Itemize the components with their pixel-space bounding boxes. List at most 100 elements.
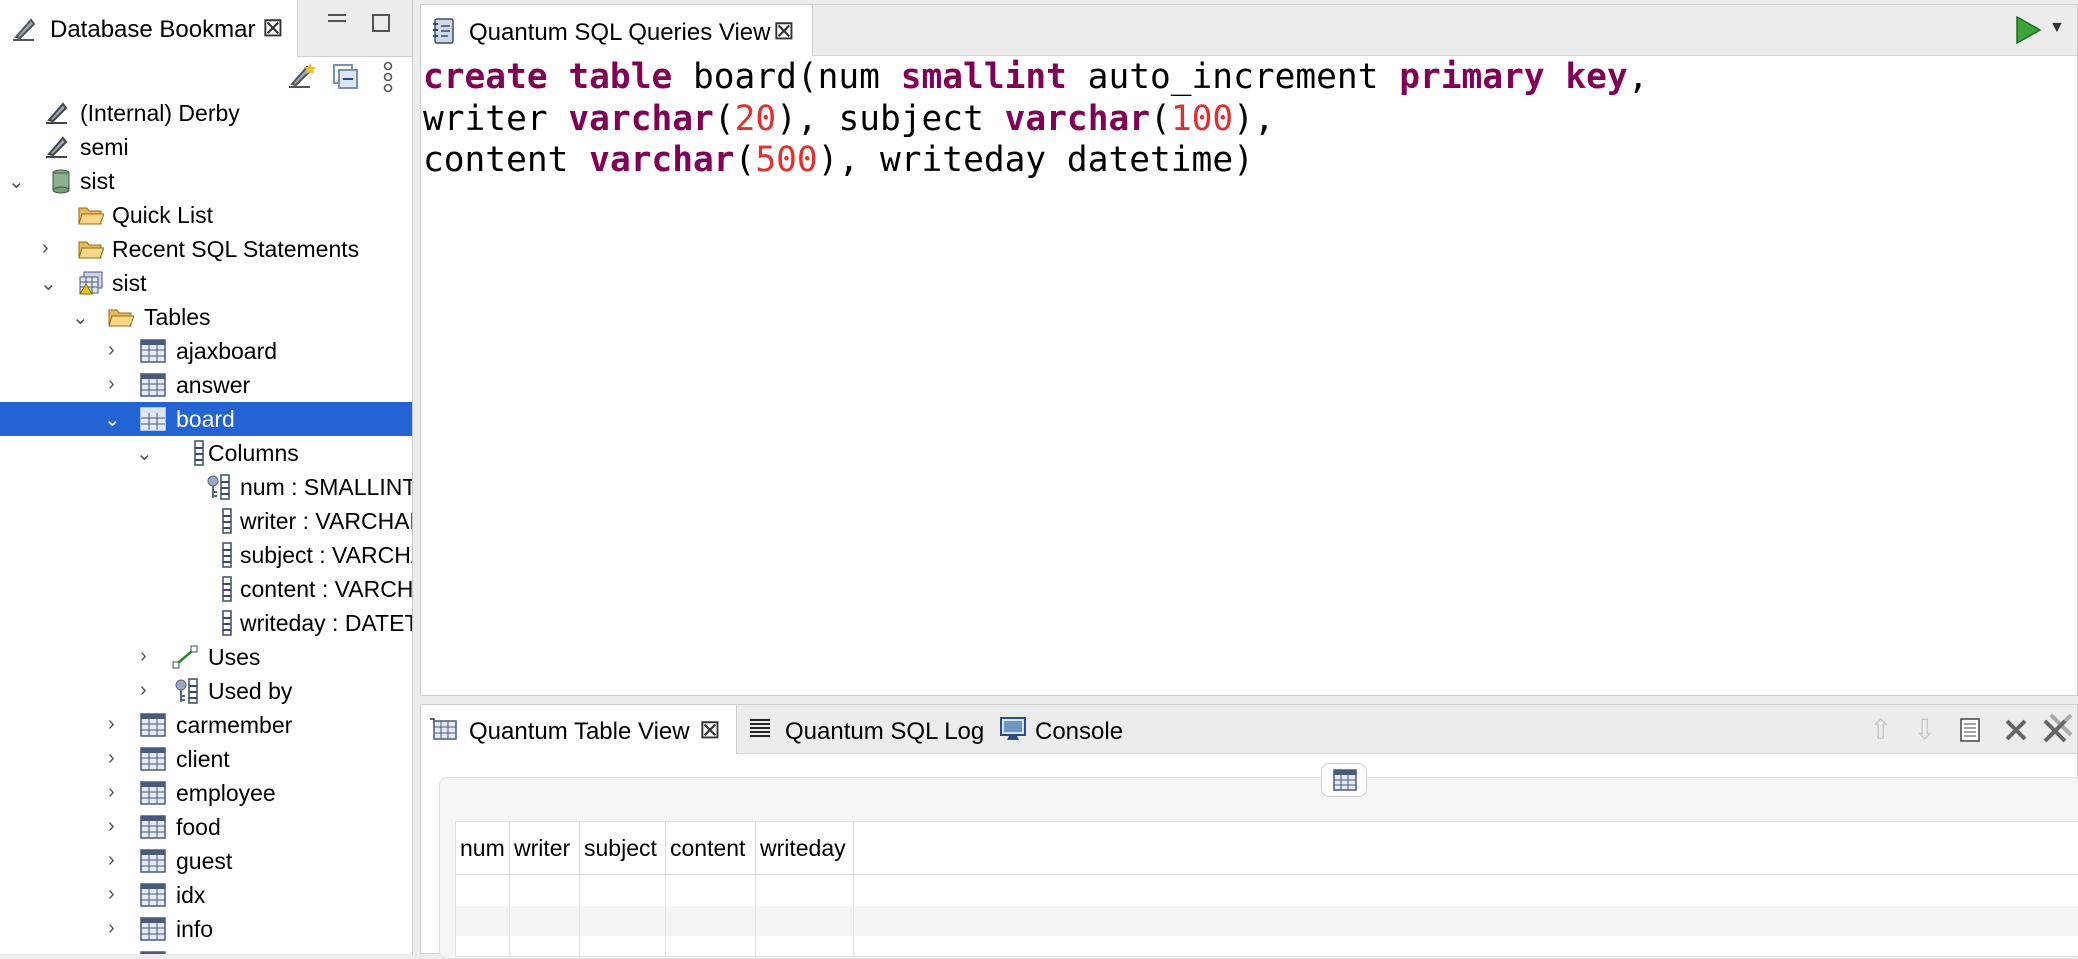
tree-item-ajaxboard[interactable]: › ajaxboard bbox=[0, 334, 412, 368]
document-icon[interactable] bbox=[1959, 717, 1981, 743]
chevron-right-icon[interactable]: › bbox=[108, 815, 115, 838]
tab-database-bookmarks[interactable]: Database Bookmar ⊠ bbox=[0, 0, 298, 57]
chevron-down-icon[interactable]: ⌄ bbox=[104, 407, 121, 432]
arrow-up-icon[interactable]: ⇧ bbox=[1869, 713, 1892, 746]
tab-quantum-sql-log[interactable]: Quantum SQL Log bbox=[747, 705, 993, 753]
database-bookmarks-panel: Database Bookmar ⊠ (Internal) Derby semi… bbox=[0, 0, 413, 954]
tree-item-semi[interactable]: semi bbox=[0, 130, 412, 164]
tree-item-sist-schema[interactable]: ⌄ sist bbox=[0, 266, 412, 300]
chevron-right-icon[interactable]: › bbox=[108, 917, 115, 940]
tree-item-guest[interactable]: › guest bbox=[0, 844, 412, 878]
tree-item-internal-derby[interactable]: (Internal) Derby bbox=[0, 96, 412, 130]
sql-code-text[interactable]: create table board(num smallint auto_inc… bbox=[423, 57, 1649, 182]
view-menu-icon[interactable] bbox=[382, 61, 394, 93]
run-dropdown-icon[interactable]: ▼ bbox=[2049, 19, 2065, 37]
tab-label: Database Bookmar bbox=[50, 16, 256, 43]
tree-label: food bbox=[176, 814, 221, 840]
tree-label: board bbox=[176, 406, 235, 432]
tree-item-board[interactable]: ⌄ board bbox=[0, 402, 412, 436]
close-icon[interactable]: ⊠ bbox=[773, 15, 795, 46]
tree-label: writer : VARCHAR bbox=[240, 508, 413, 534]
chevron-down-icon[interactable]: ⌄ bbox=[72, 305, 89, 330]
results-table[interactable]: num writer subject content writeday bbox=[455, 821, 2078, 957]
sql-text: content bbox=[423, 140, 590, 180]
tab-quantum-sql-queries[interactable]: Quantum SQL Queries View ⊠ bbox=[421, 5, 813, 56]
header-divider bbox=[456, 874, 2078, 875]
column-header-num[interactable]: num bbox=[456, 822, 510, 874]
tree-label: Quick List bbox=[112, 202, 213, 228]
chevron-right-icon[interactable]: › bbox=[108, 339, 115, 362]
sql-text: ( bbox=[713, 98, 735, 139]
run-sql-icon[interactable] bbox=[2013, 15, 2043, 45]
chevron-right-icon[interactable]: › bbox=[108, 747, 115, 770]
table-icon bbox=[140, 781, 166, 805]
chevron-down-icon[interactable]: ⌄ bbox=[8, 169, 25, 194]
chevron-down-icon[interactable]: ⌄ bbox=[136, 441, 153, 466]
sql-editor-area: Quantum SQL Queries View ⊠ ▼ create tabl… bbox=[420, 4, 2078, 696]
tree-label: writeday : DATETIME bbox=[240, 610, 412, 636]
tree-item-column-subject[interactable]: subject : VARCHAR bbox=[0, 538, 412, 572]
table-icon bbox=[140, 747, 166, 771]
chevron-right-icon[interactable]: › bbox=[108, 849, 115, 872]
used-by-icon bbox=[175, 678, 198, 704]
table-result-tab[interactable] bbox=[1321, 763, 1367, 797]
collapse-all-icon[interactable] bbox=[332, 63, 360, 91]
chevron-right-icon[interactable]: › bbox=[108, 781, 115, 804]
arrow-down-icon[interactable]: ⇩ bbox=[1913, 713, 1936, 746]
tree-item-column-writeday[interactable]: writeday : DATETIME bbox=[0, 606, 412, 640]
tree-label: sist bbox=[112, 270, 147, 296]
chevron-right-icon[interactable]: › bbox=[108, 373, 115, 396]
close-icon[interactable]: ⊠ bbox=[699, 714, 721, 745]
tree-item-food[interactable]: › food bbox=[0, 810, 412, 844]
column-divider bbox=[665, 874, 666, 956]
bookmark-icon bbox=[13, 18, 36, 41]
tab-console[interactable]: Console bbox=[997, 705, 1137, 753]
tab-label: Quantum SQL Queries View bbox=[469, 19, 771, 46]
sql-text: board(num bbox=[672, 57, 901, 97]
tab-label: Quantum SQL Log bbox=[785, 718, 985, 745]
tree-item-sist-bookmark[interactable]: ⌄ sist bbox=[0, 164, 412, 198]
close-icon[interactable]: ⊠ bbox=[262, 12, 284, 43]
chevron-right-icon[interactable]: › bbox=[140, 679, 147, 702]
tree-item-column-writer[interactable]: writer : VARCHAR bbox=[0, 504, 412, 538]
tree-item-quick-list[interactable]: Quick List bbox=[0, 198, 412, 232]
column-header-subject[interactable]: subject bbox=[580, 822, 666, 874]
tree-item-idx[interactable]: › idx bbox=[0, 878, 412, 912]
tree-item-column-content[interactable]: content : VARCHAR bbox=[0, 572, 412, 606]
new-bookmark-icon[interactable] bbox=[286, 61, 316, 91]
tab-label: Console bbox=[1035, 718, 1124, 745]
chevron-right-icon[interactable]: › bbox=[42, 237, 49, 260]
column-header-writer[interactable]: writer bbox=[510, 822, 580, 874]
tree-label: Columns bbox=[208, 440, 299, 466]
tree-label: Used by bbox=[208, 678, 293, 704]
sql-number: 500 bbox=[755, 140, 818, 180]
column-header-content[interactable]: content bbox=[666, 822, 756, 874]
tree-item-carmember[interactable]: › carmember bbox=[0, 708, 412, 742]
table-icon bbox=[140, 883, 166, 907]
tree-item-recent-sql[interactable]: › Recent SQL Statements bbox=[0, 232, 412, 266]
sql-text: writer bbox=[423, 98, 569, 139]
tree-item-column-num[interactable]: num : SMALLINT bbox=[0, 470, 412, 504]
tree-item-client[interactable]: › client bbox=[0, 742, 412, 776]
chevron-right-icon[interactable]: › bbox=[140, 645, 147, 668]
tree-item-answer[interactable]: › answer bbox=[0, 368, 412, 402]
tree-item-tables[interactable]: ⌄ Tables bbox=[0, 300, 412, 334]
tree-label: answer bbox=[176, 372, 251, 398]
minimize-icon[interactable] bbox=[328, 14, 346, 22]
close-all-results-icon[interactable] bbox=[2041, 713, 2075, 745]
tree-item-employee[interactable]: › employee bbox=[0, 776, 412, 810]
tree-item-info[interactable]: › info bbox=[0, 912, 412, 946]
chevron-down-icon[interactable]: ⌄ bbox=[40, 271, 57, 296]
close-results-icon[interactable] bbox=[2003, 717, 2029, 743]
tree-item-columns[interactable]: ⌄ Columns bbox=[0, 436, 412, 470]
tree-item-used-by[interactable]: › Used by bbox=[0, 674, 412, 708]
chevron-right-icon[interactable]: › bbox=[108, 713, 115, 736]
tab-quantum-table-view[interactable]: Quantum Table View ⊠ bbox=[421, 705, 737, 754]
sql-keyword: create table bbox=[423, 57, 673, 97]
editor-tab-bar: Quantum SQL Queries View ⊠ ▼ bbox=[421, 5, 2077, 56]
tree-item-uses[interactable]: › Uses bbox=[0, 640, 412, 674]
chevron-right-icon[interactable]: › bbox=[108, 883, 115, 906]
folder-open-icon bbox=[108, 309, 134, 327]
maximize-icon[interactable] bbox=[372, 14, 390, 32]
column-header-writeday[interactable]: writeday bbox=[756, 822, 854, 874]
